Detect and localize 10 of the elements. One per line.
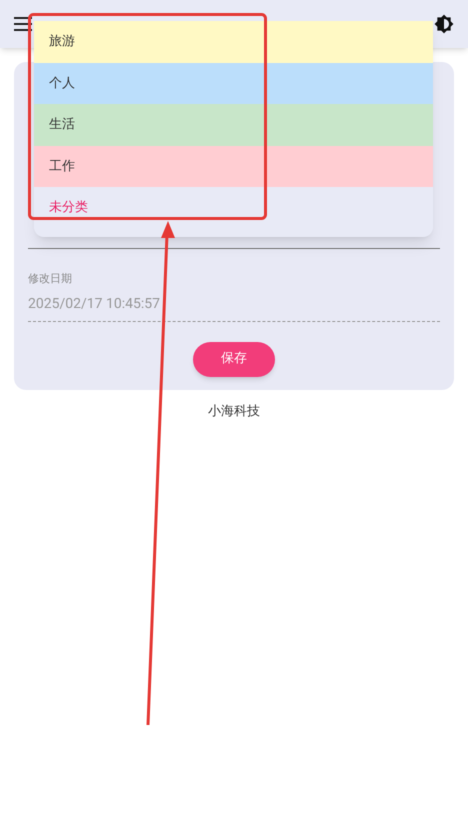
menu-item[interactable]: 旅游: [34, 21, 433, 62]
menu-item[interactable]: 个人: [34, 62, 433, 104]
menu-item[interactable]: 工作: [34, 146, 433, 187]
brightness-icon[interactable]: [434, 14, 454, 34]
menu-item[interactable]: 未分类: [34, 187, 433, 228]
save-button[interactable]: 保存: [193, 342, 275, 376]
menu-item[interactable]: 生活: [34, 104, 433, 146]
field-label: 修改日期: [28, 271, 73, 287]
menu-icon[interactable]: [14, 17, 32, 31]
footer-text: 小海科技: [208, 402, 260, 420]
